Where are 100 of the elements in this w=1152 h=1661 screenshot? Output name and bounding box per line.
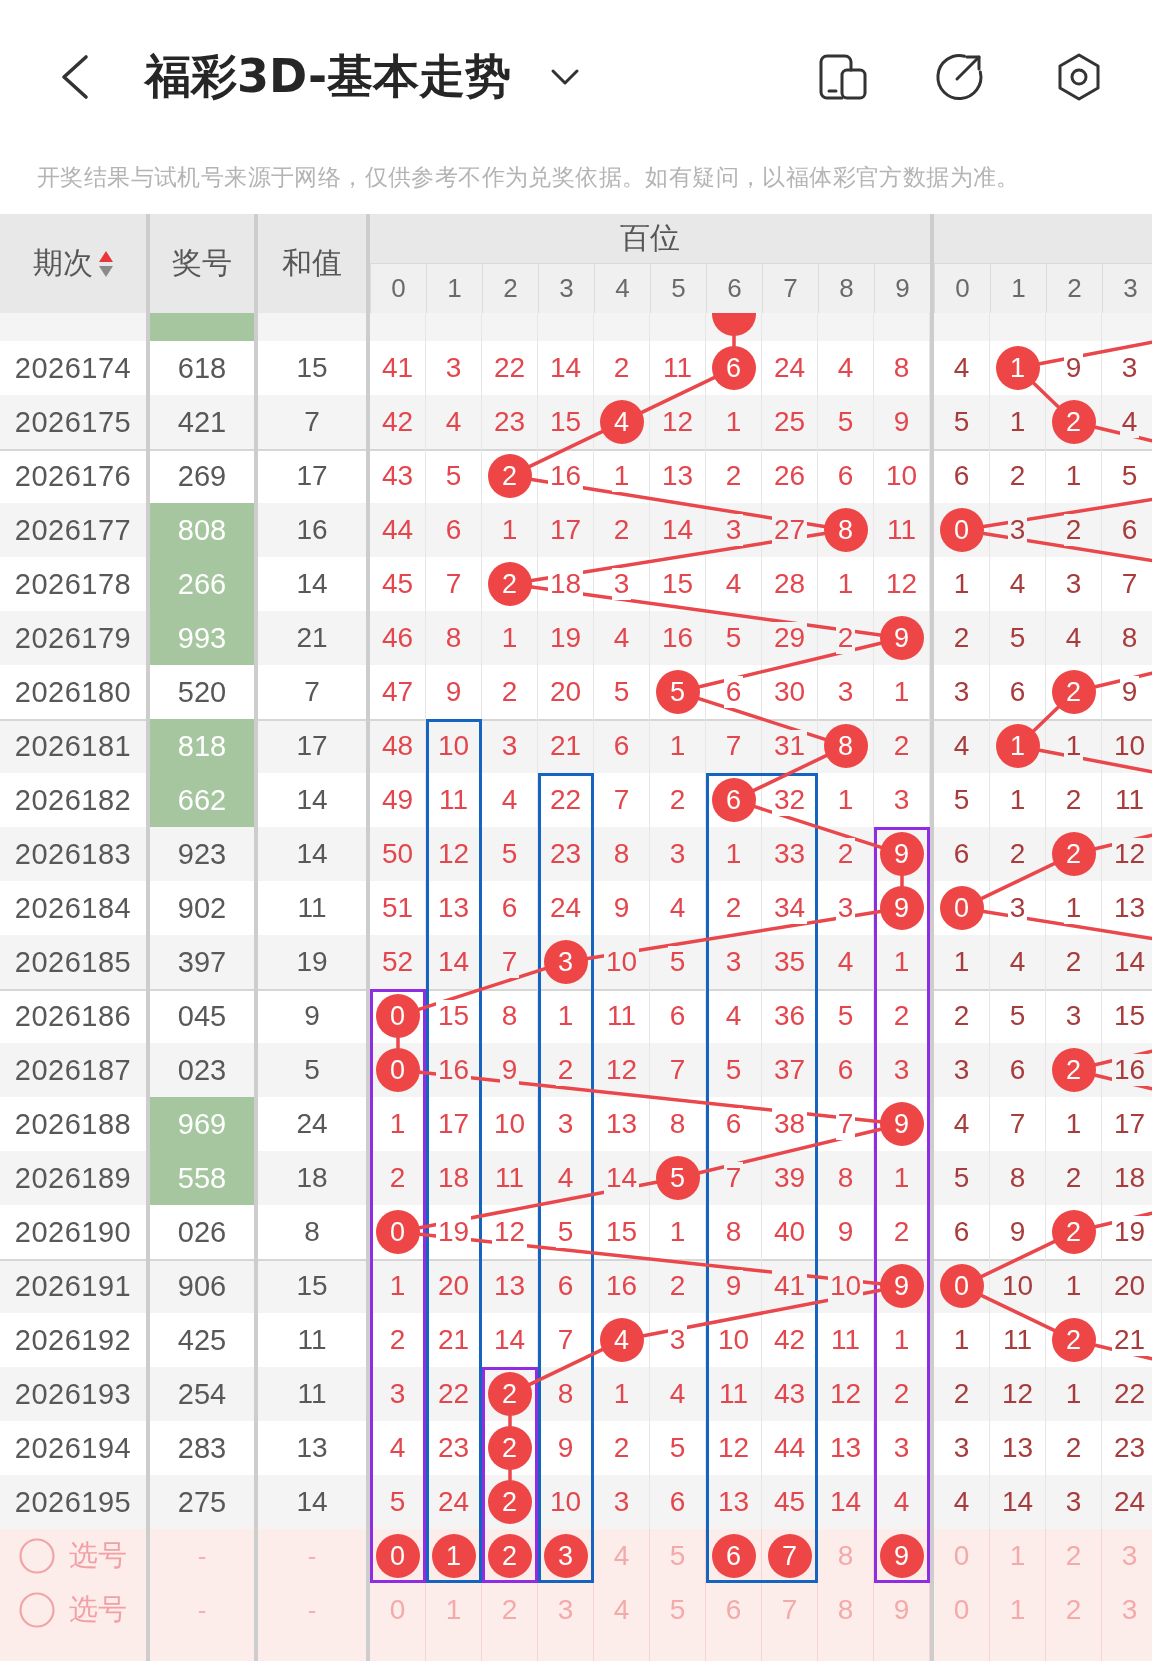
digit-option[interactable]: 5 xyxy=(669,1540,686,1572)
draw-number: 045 xyxy=(177,999,227,1033)
hit-ball: 2 xyxy=(487,562,532,606)
digit-option[interactable]: 7 xyxy=(781,1594,798,1626)
digit-option[interactable]: 6 xyxy=(725,1594,742,1626)
draw-number: 266 xyxy=(150,557,258,611)
digit-option[interactable]: 8 xyxy=(837,1594,854,1626)
sum-value: 14 xyxy=(296,784,328,816)
issue-number: 2026187 xyxy=(14,1053,132,1087)
hit-ball: 9 xyxy=(879,832,924,876)
selected-ball[interactable]: 6 xyxy=(711,1534,756,1578)
sum-value: 7 xyxy=(304,406,320,438)
hit-ball: 0 xyxy=(939,508,984,552)
digit-option[interactable]: 0 xyxy=(389,1594,406,1626)
draw-number: 662 xyxy=(150,773,258,827)
digit-option[interactable]: 3 xyxy=(1121,1540,1138,1572)
hit-ball: 5 xyxy=(655,670,700,714)
draw-number: 906 xyxy=(177,1269,227,1303)
digit-option[interactable]: 1 xyxy=(1009,1594,1026,1626)
digit-option[interactable]: 2 xyxy=(1065,1594,1082,1626)
omission-count: 16 xyxy=(1111,1054,1148,1086)
digit-option[interactable]: 4 xyxy=(613,1540,630,1572)
sum-value: 7 xyxy=(304,676,320,708)
issue-number: 2026177 xyxy=(14,513,132,547)
sum-value: 14 xyxy=(296,838,328,870)
hit-ball: 0 xyxy=(375,994,420,1038)
draw-number: 618 xyxy=(177,351,227,385)
sum-value: 8 xyxy=(304,1216,320,1248)
column-header: 和值 xyxy=(282,245,342,281)
omission-count: 27 xyxy=(771,514,808,546)
selected-ball[interactable]: 3 xyxy=(543,1534,588,1578)
issue-number: 2026189 xyxy=(14,1161,132,1195)
hit-ball: 6 xyxy=(711,778,756,822)
sum-value: 5 xyxy=(304,1054,320,1086)
digit-header: 6 xyxy=(727,273,742,304)
sum-value: 9 xyxy=(304,1000,320,1032)
hit-ball: 9 xyxy=(879,886,924,930)
issue-number: 2026185 xyxy=(14,945,132,979)
digit-option[interactable]: 0 xyxy=(953,1540,970,1572)
digit-option[interactable]: 4 xyxy=(613,1594,630,1626)
digit-option[interactable]: 2 xyxy=(501,1594,518,1626)
selected-ball[interactable]: 7 xyxy=(767,1534,812,1578)
digit-option[interactable]: 3 xyxy=(1121,1594,1138,1626)
sort-icon[interactable] xyxy=(99,250,113,277)
chevron-down-icon[interactable] xyxy=(551,69,580,85)
sum-value: 17 xyxy=(296,460,328,492)
column-header: 奖号 xyxy=(172,245,232,281)
sum-value: 14 xyxy=(296,1486,328,1518)
digit-option[interactable]: 8 xyxy=(837,1540,854,1572)
hit-ball: 0 xyxy=(375,1048,420,1092)
draw-number: 254 xyxy=(177,1377,227,1411)
share-icon[interactable] xyxy=(935,53,983,101)
pick-label: 选号 xyxy=(69,1538,127,1573)
digit-header: 0 xyxy=(391,273,406,304)
digit-header: 7 xyxy=(783,273,798,304)
digit-header: 8 xyxy=(839,273,854,304)
draw-number: 269 xyxy=(177,459,227,493)
hit-ball: 2 xyxy=(1051,400,1096,444)
hit-ball: 5 xyxy=(655,1156,700,1200)
radio-button[interactable] xyxy=(19,1592,55,1628)
sum-value: 14 xyxy=(296,568,328,600)
digit-option[interactable]: 9 xyxy=(893,1594,910,1626)
page-title: 福彩3D-基本走势 xyxy=(145,49,512,105)
digit-header: 2 xyxy=(503,273,518,304)
digit-option[interactable]: 1 xyxy=(445,1594,462,1626)
hit-ball: 2 xyxy=(487,454,532,498)
sum-value: 24 xyxy=(296,1108,328,1140)
digit-option[interactable]: 1 xyxy=(1009,1540,1026,1572)
issue-number: 2026194 xyxy=(14,1431,132,1465)
column-header: 百位 xyxy=(620,220,680,256)
hit-ball: 9 xyxy=(879,1102,924,1146)
selected-ball[interactable]: 9 xyxy=(879,1534,924,1578)
sum-value: 19 xyxy=(296,946,328,978)
digit-header: 9 xyxy=(895,273,910,304)
sum-value: 11 xyxy=(297,1324,327,1356)
digit-option[interactable]: 5 xyxy=(669,1594,686,1626)
issue-number: 2026188 xyxy=(14,1107,132,1141)
issue-number: 2026180 xyxy=(14,675,132,709)
draw-number: 425 xyxy=(177,1323,227,1357)
issue-number: 2026192 xyxy=(14,1323,132,1357)
omission-count: 3 xyxy=(611,568,632,600)
devices-icon[interactable] xyxy=(819,54,867,100)
digit-option[interactable]: 0 xyxy=(953,1594,970,1626)
digit-option[interactable]: 3 xyxy=(557,1594,574,1626)
issue-number: 2026181 xyxy=(14,729,132,763)
selected-ball[interactable]: 0 xyxy=(375,1534,420,1578)
digit-header: 2 xyxy=(1067,273,1082,304)
selected-ball[interactable]: 1 xyxy=(431,1534,476,1578)
sum-value: 18 xyxy=(296,1162,328,1194)
digit-option[interactable]: 2 xyxy=(1065,1540,1082,1572)
radio-button[interactable] xyxy=(19,1538,55,1574)
draw-number: 902 xyxy=(177,891,227,925)
empty-value: - xyxy=(197,1540,207,1572)
selected-ball[interactable]: 2 xyxy=(487,1534,532,1578)
sum-value: 17 xyxy=(296,730,328,762)
sum-value: 13 xyxy=(296,1432,328,1464)
column-header: 期次 xyxy=(33,245,93,281)
sum-value: 16 xyxy=(296,514,328,546)
issue-number: 2026179 xyxy=(14,621,132,655)
hit-ball: 4 xyxy=(599,400,644,444)
